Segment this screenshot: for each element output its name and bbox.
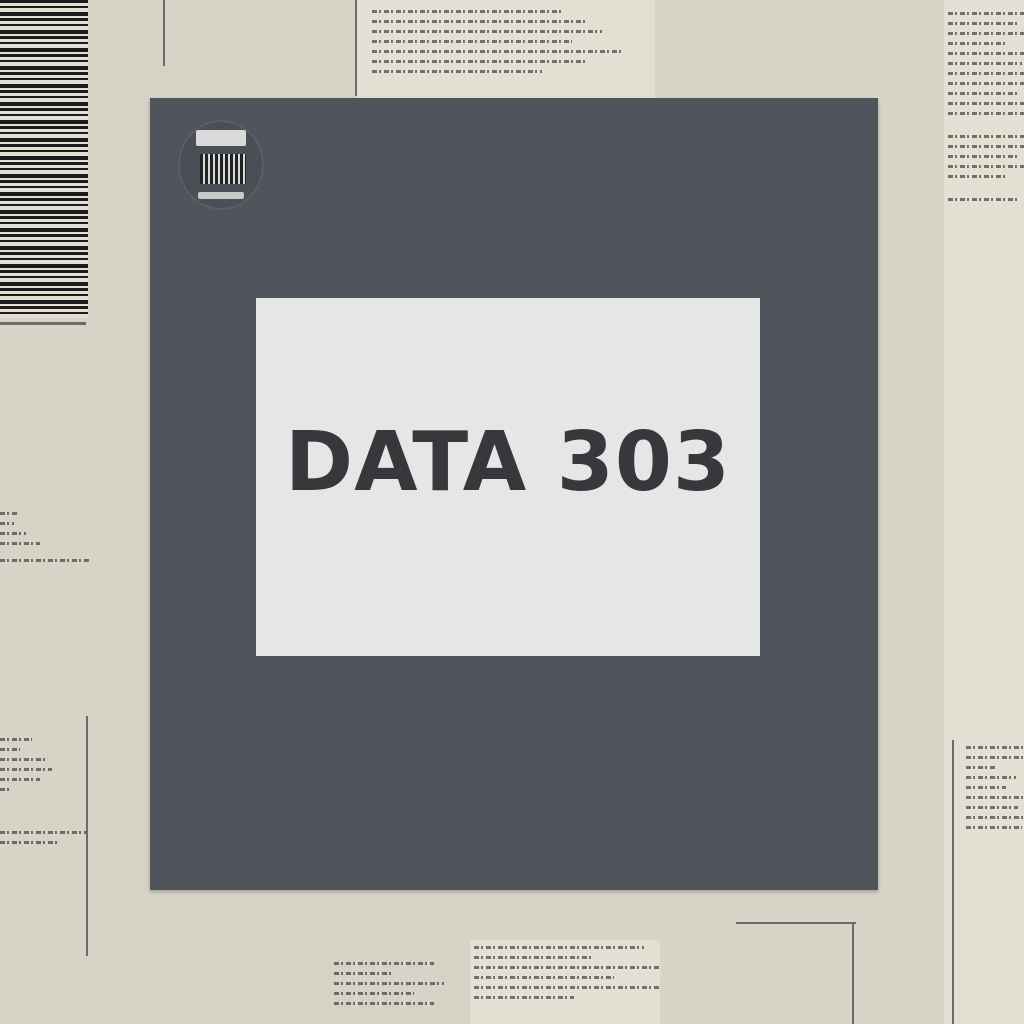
- background-text-bottom-left: [334, 962, 444, 1012]
- barcode-graphic: [0, 0, 88, 318]
- sticker-caption-bar: [198, 192, 244, 199]
- background-text-top: [372, 10, 622, 80]
- background-text-left: [0, 512, 90, 569]
- background-rule: [952, 740, 954, 1024]
- background-rule: [86, 716, 88, 956]
- card-title: DATA 303: [285, 414, 731, 510]
- background-rule: [0, 322, 86, 325]
- background-text-right-lower: [966, 746, 1024, 836]
- title-card: DATA 303: [256, 298, 760, 656]
- background-text-right: [948, 12, 1024, 208]
- sticker-label: [196, 130, 246, 146]
- qr-code-icon: [200, 154, 246, 184]
- background-text-left-lower: [0, 738, 90, 851]
- background-rule: [736, 922, 856, 924]
- background-text-bottom: [474, 946, 660, 1006]
- background-rule: [355, 0, 357, 96]
- qr-sticker: [178, 120, 264, 210]
- background-rule: [163, 0, 165, 66]
- background-rule: [852, 922, 854, 1024]
